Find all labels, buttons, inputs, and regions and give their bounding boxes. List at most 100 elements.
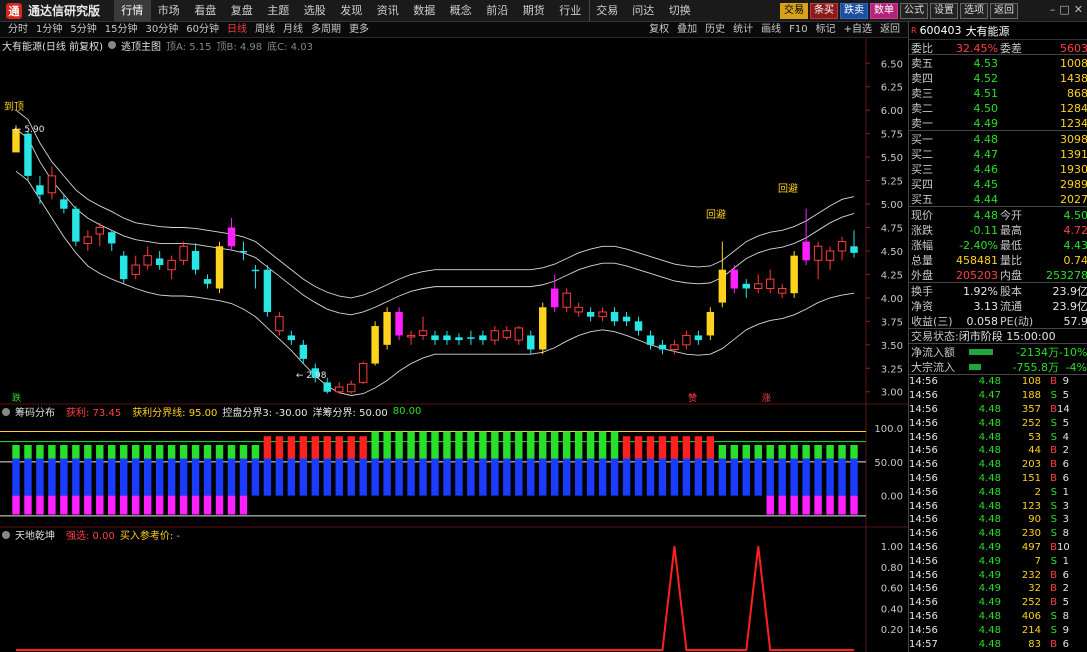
tick-row[interactable]: 14:56 4.49 7 S 1 xyxy=(909,554,1087,568)
chip-bar-green xyxy=(191,445,200,459)
tick-row[interactable]: 14:56 4.48 230 S 8 xyxy=(909,527,1087,541)
menu-item-1[interactable]: 市场 xyxy=(151,0,188,22)
tick-row[interactable]: 14:56 4.48 2 S 1 xyxy=(909,485,1087,499)
tick-row[interactable]: 14:56 4.47 188 S 5 xyxy=(909,389,1087,403)
top-button-4[interactable]: 公式 xyxy=(900,3,928,19)
tick-row[interactable]: 14:56 4.48 357 B 14 xyxy=(909,403,1087,417)
tick-row[interactable]: 14:56 4.48 151 B 6 xyxy=(909,472,1087,486)
chip-bar-blue xyxy=(443,458,451,496)
chip-bar-green xyxy=(491,431,499,459)
menu-item-4[interactable]: 主题 xyxy=(260,0,297,22)
chip-title[interactable]: 筹码分布 xyxy=(15,404,55,419)
menu-item-10[interactable]: 前沿 xyxy=(479,0,516,22)
buy-orders: 买一 4.48 3098 买二 4.47 1391 买三 4.46 1930 买四 4.45 2989… xyxy=(909,131,1087,207)
chart-area[interactable]: 6.50 6.25 6.00 5.75 5.50 5.25 5.00 4.75 4.50 4.25… xyxy=(0,38,908,652)
menu-item-13[interactable]: 交易 xyxy=(588,0,626,22)
period-tab-9[interactable]: 多周期 xyxy=(307,22,345,38)
chart-tool-4[interactable]: 画线 xyxy=(757,22,785,38)
price-label: 6.25 xyxy=(881,83,903,94)
tick-side: S xyxy=(1050,555,1057,567)
tick-row[interactable]: 14:56 4.49 32 B 2 xyxy=(909,582,1087,596)
tick-row[interactable]: 14:56 4.48 44 B 2 xyxy=(909,444,1087,458)
top-button-0[interactable]: 交易 xyxy=(780,3,808,19)
candle-body xyxy=(813,245,823,261)
tick-row[interactable]: 14:57 4.48 83 B 6 xyxy=(909,637,1087,651)
menu-item-3[interactable]: 复盘 xyxy=(224,0,261,22)
tick-row[interactable]: 14:56 4.48 214 S 9 xyxy=(909,623,1087,637)
menu-item-14[interactable]: 问达 xyxy=(625,0,662,22)
chart-tool-3[interactable]: 统计 xyxy=(729,22,757,38)
sells-row: 卖四 4.52 1438 xyxy=(909,70,1087,86)
indicator-dot-icon[interactable] xyxy=(107,41,116,49)
tick-row[interactable]: 14:56 4.48 90 S 3 xyxy=(909,513,1087,527)
period-tab-7[interactable]: 周线 xyxy=(251,22,279,38)
tick-row[interactable]: 14:56 4.48 406 S 8 xyxy=(909,610,1087,624)
menu-item-8[interactable]: 数据 xyxy=(406,0,443,22)
period-tab-0[interactable]: 分时 xyxy=(4,22,32,38)
chip-dot-icon[interactable] xyxy=(2,407,10,416)
top-button-2[interactable]: 跌卖 xyxy=(840,3,868,19)
menu-item-15[interactable]: 切换 xyxy=(662,0,699,22)
stat-row: 涨幅 -2.40% 最低 4.43 xyxy=(909,237,1087,253)
period-tab-4[interactable]: 30分钟 xyxy=(141,22,182,38)
tdqk-axis-label: 1.00 xyxy=(881,542,903,553)
maximize-icon[interactable]: □ xyxy=(1059,3,1069,16)
close-icon[interactable]: ✕ xyxy=(1074,3,1083,16)
menu-item-12[interactable]: 行业 xyxy=(552,0,589,22)
tick-row[interactable]: 14:56 4.48 108 B 9 xyxy=(909,375,1087,389)
top-button-3[interactable]: 数单 xyxy=(870,3,898,19)
menu-item-6[interactable]: 发现 xyxy=(333,0,370,22)
period-tab-8[interactable]: 月线 xyxy=(279,22,307,38)
tick-row[interactable]: 14:56 4.48 123 S 3 xyxy=(909,499,1087,513)
period-tab-5[interactable]: 60分钟 xyxy=(182,22,223,38)
candle-body xyxy=(203,279,212,284)
tick-list[interactable]: 14:56 4.48 108 B 9 14:56 4.47 188 S 5 14:56 4.48 357… xyxy=(909,375,1087,651)
indicator-name[interactable]: 逃顶主图 xyxy=(121,38,161,53)
chip-bar-green xyxy=(251,445,260,459)
candle-body xyxy=(47,175,57,194)
chart-tool-6[interactable]: 标记 xyxy=(812,22,840,38)
menu-item-0[interactable]: 行情 xyxy=(114,0,151,22)
menu-item-5[interactable]: 选股 xyxy=(297,0,334,22)
candle-body xyxy=(514,327,524,341)
period-tab-3[interactable]: 15分钟 xyxy=(101,22,142,38)
tdqk-title[interactable]: 天地乾坤 xyxy=(15,527,55,542)
menu-item-9[interactable]: 概念 xyxy=(443,0,480,22)
top-button-5[interactable]: 设置 xyxy=(930,3,958,19)
top-button-1[interactable]: 条买 xyxy=(810,3,838,19)
chart-tool-5[interactable]: F10 xyxy=(785,22,811,38)
menu-item-7[interactable]: 资讯 xyxy=(370,0,407,22)
kline-chart[interactable]: 6.50 6.25 6.00 5.75 5.50 5.25 5.00 4.75 4.50 4.25… xyxy=(0,38,908,652)
buys-price: 4.48 xyxy=(973,132,999,146)
chip-bar-blue xyxy=(36,458,44,496)
minimize-icon[interactable]: – xyxy=(1050,3,1056,16)
period-tab-2[interactable]: 5分钟 xyxy=(66,22,100,38)
chart-tool-1[interactable]: 叠加 xyxy=(673,22,701,38)
tick-row[interactable]: 14:56 4.48 203 B 6 xyxy=(909,458,1087,472)
menu-item-11[interactable]: 期货 xyxy=(516,0,553,22)
period-tab-6[interactable]: 日线 xyxy=(223,22,251,38)
tick-row[interactable]: 14:56 4.49 232 B 6 xyxy=(909,568,1087,582)
chip-bar-green xyxy=(766,445,774,459)
top-button-6[interactable]: 选项 xyxy=(960,3,988,19)
candle-body xyxy=(418,330,428,336)
tick-row[interactable]: 14:56 4.49 497 B 10 xyxy=(909,541,1087,555)
sells-volume: 1234 xyxy=(1060,116,1087,130)
tdqk-dot-icon[interactable] xyxy=(2,530,10,539)
chip-bar-green xyxy=(419,431,427,459)
chart-tool-7[interactable]: +自选 xyxy=(840,22,876,38)
quote-panel: R 600403 大有能源 委比 32.45% 委差 5603 卖五 4.53 10… xyxy=(908,22,1087,652)
tick-side: B xyxy=(1050,403,1057,415)
top-button-7[interactable]: 返回 xyxy=(990,3,1018,19)
tick-row[interactable]: 14:56 4.49 252 B 5 xyxy=(909,596,1087,610)
chart-tool-8[interactable]: 返回 xyxy=(876,22,904,38)
chart-tool-0[interactable]: 复权 xyxy=(645,22,673,38)
period-tab-10[interactable]: 更多 xyxy=(345,22,373,38)
tick-row[interactable]: 14:56 4.48 53 S 4 xyxy=(909,430,1087,444)
chart-tool-2[interactable]: 历史 xyxy=(701,22,729,38)
candle-body xyxy=(406,334,416,338)
tick-volume: 108 xyxy=(1021,376,1041,388)
menu-item-2[interactable]: 看盘 xyxy=(187,0,224,22)
period-tab-1[interactable]: 1分钟 xyxy=(32,22,66,38)
tick-row[interactable]: 14:56 4.48 252 S 5 xyxy=(909,416,1087,430)
